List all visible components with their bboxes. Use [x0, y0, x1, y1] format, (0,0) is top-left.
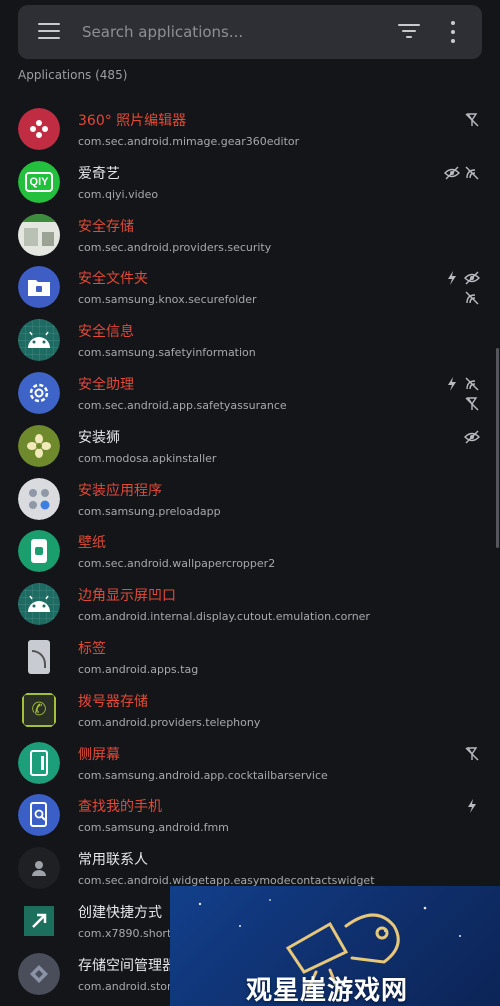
app-name: 拨号器存储 — [78, 693, 148, 710]
app-package-name: com.samsung.android.app.cocktailbarservi… — [78, 768, 328, 782]
android-icon — [18, 583, 60, 626]
scrollbar-thumb[interactable] — [496, 348, 499, 548]
edge-screen-icon — [18, 741, 60, 784]
app-list-item[interactable]: 安装狮 com.modosa.apkinstaller — [0, 423, 500, 476]
app-package-name: com.sec.android.mimage.gear360editor — [78, 135, 300, 148]
app-package-name: com.sec.android.providers.security — [78, 240, 272, 254]
safety-assistant-icon — [18, 372, 60, 414]
app-name: 爱奇艺 — [78, 165, 120, 182]
android-icon — [18, 319, 60, 362]
bolt-icon — [444, 270, 460, 286]
secure-folder-icon — [18, 266, 60, 309]
app-list-item[interactable]: 安全文件夹 com.samsung.knox.securefolder — [0, 264, 500, 317]
app-list-item[interactable]: 安全存储 com.sec.android.providers.security — [0, 212, 500, 265]
no-network-icon — [464, 112, 480, 128]
iqiyi-icon: QIY — [18, 160, 60, 203]
find-my-mobile-icon — [18, 794, 60, 837]
no-network-icon — [464, 396, 480, 412]
app-name: 存储空间管理器 — [78, 957, 176, 974]
app-list-item[interactable]: ✆ 拨号器存储 com.android.providers.telephony — [0, 687, 500, 740]
watermark-text: 观星崖游戏网 — [246, 976, 409, 1006]
app-status-flags — [442, 429, 482, 469]
app-status-flags — [442, 165, 482, 205]
security-storage-icon — [18, 213, 60, 256]
app-name: 安全信息 — [78, 324, 134, 341]
app-package-name: com.android.providers.telephony — [78, 715, 261, 729]
app-status-flags — [442, 112, 482, 152]
menu-icon[interactable] — [38, 23, 60, 41]
app-name: 常用联系人 — [78, 852, 148, 869]
storage-manager-icon — [18, 952, 60, 995]
filter-icon[interactable] — [398, 23, 420, 41]
app-package-name: com.qiyi.video — [78, 187, 159, 201]
hidden-icon — [464, 429, 480, 445]
preload-app-icon — [18, 477, 60, 520]
app-package-name: com.samsung.android.fmm — [78, 821, 229, 835]
app-list-item[interactable]: 安全助理 com.sec.android.app.safetyassurance — [0, 370, 500, 423]
search-bar: Search applications... — [18, 5, 482, 59]
app-name: 查找我的手机 — [78, 799, 162, 816]
no-network-icon — [464, 746, 480, 762]
app-name: 边角显示屏凹口 — [78, 588, 176, 605]
app-list-item[interactable]: 安全信息 com.samsung.safetyinformation — [0, 317, 500, 370]
no-tracker-icon — [464, 165, 480, 181]
app-list-item[interactable]: 安装应用程序 com.samsung.preloadapp — [0, 476, 500, 529]
app-name: 侧屏幕 — [78, 746, 120, 763]
watermark-banner: 观星崖游戏网 — [170, 886, 500, 1006]
app-package-name: com.android.internal.display.cutout.emul… — [78, 610, 370, 624]
gear360-editor-icon — [18, 108, 60, 150]
app-list-item[interactable]: 侧屏幕 com.samsung.android.app.cocktailbarse… — [0, 740, 500, 793]
app-name: 壁纸 — [78, 535, 106, 552]
app-name: 安全文件夹 — [78, 271, 148, 288]
app-status-flags — [442, 746, 482, 786]
app-package-name: com.sec.android.app.safetyassurance — [78, 399, 287, 412]
shortcut-icon — [18, 900, 60, 942]
wallpaper-icon — [18, 530, 60, 573]
apk-installer-icon — [18, 424, 60, 467]
app-status-flags — [442, 270, 482, 310]
app-name: 360° 照片编辑器 — [78, 113, 187, 129]
hidden-icon — [444, 165, 460, 181]
hidden-icon — [464, 270, 480, 286]
app-list-item[interactable]: 边角显示屏凹口 com.android.internal.display.cuto… — [0, 581, 500, 634]
app-package-name: com.samsung.safetyinformation — [78, 346, 256, 360]
search-input[interactable]: Search applications... — [82, 19, 382, 45]
app-list-item[interactable]: 查找我的手机 com.samsung.android.fmm — [0, 792, 500, 845]
app-status-flags — [442, 798, 482, 838]
app-list-item[interactable]: 360° 照片编辑器 com.sec.android.mimage.gear360… — [0, 106, 500, 159]
app-name: 安全助理 — [78, 377, 134, 393]
no-tracker-icon — [464, 290, 480, 306]
nfc-tag-icon — [18, 636, 60, 678]
phone-icon: ✆ — [18, 689, 60, 731]
app-list-item[interactable]: 标签 com.android.apps.tag — [0, 634, 500, 687]
contact-icon — [18, 847, 60, 890]
app-list-item[interactable]: 壁纸 com.sec.android.wallpapercropper2 — [0, 528, 500, 581]
app-package-name: com.modosa.apkinstaller — [78, 451, 217, 465]
bolt-icon — [444, 376, 460, 392]
app-name: 安装应用程序 — [78, 482, 162, 499]
app-name: 创建快捷方式 — [78, 905, 162, 921]
app-package-name: com.sec.android.wallpapercropper2 — [78, 557, 276, 571]
app-name: 标签 — [78, 641, 106, 657]
app-name: 安全存储 — [78, 218, 134, 235]
app-list-item[interactable]: QIY 爱奇艺 com.qiyi.video — [0, 159, 500, 212]
no-tracker-icon — [464, 376, 480, 392]
app-name: 安装狮 — [78, 429, 120, 446]
more-options-icon[interactable] — [448, 20, 458, 44]
app-package-name: com.samsung.preloadapp — [78, 504, 221, 518]
section-header: Applications (485) — [18, 68, 128, 82]
bolt-icon — [464, 798, 480, 814]
app-package-name: com.samsung.knox.securefolder — [78, 293, 257, 307]
app-package-name: com.android.apps.tag — [78, 663, 199, 676]
app-status-flags — [442, 376, 482, 416]
